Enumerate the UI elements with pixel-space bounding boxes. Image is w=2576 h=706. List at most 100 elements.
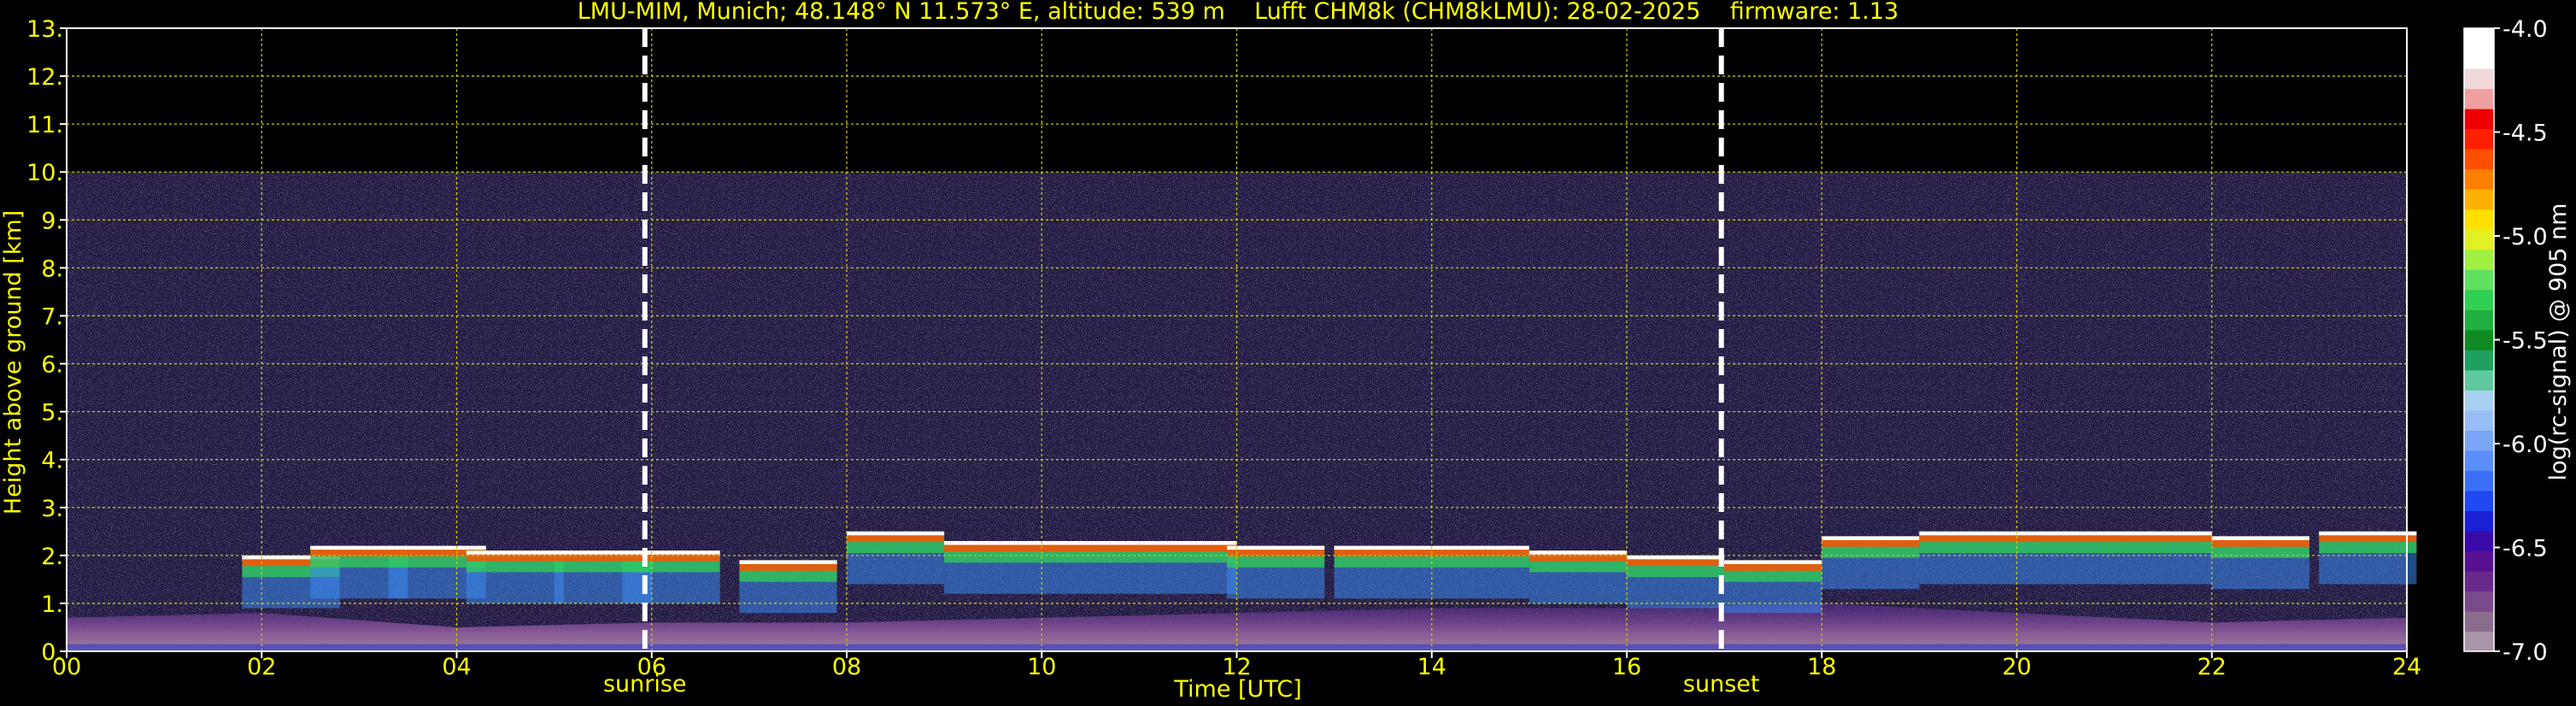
colorbar-swatch xyxy=(2464,28,2494,50)
cloud-segment xyxy=(1627,555,1725,609)
colorbar-swatch xyxy=(2464,48,2494,69)
y-tick-label: 5. xyxy=(41,400,63,427)
cloud-segment xyxy=(1529,550,1627,603)
y-tick-label: 1. xyxy=(41,591,63,618)
colorbar-tick-label: -4.0 xyxy=(2503,16,2548,43)
cloud-segment xyxy=(2211,536,2309,590)
cloud-segment xyxy=(2319,531,2417,585)
y-tick-label: 3. xyxy=(41,496,63,522)
cloud-segment xyxy=(944,541,1042,594)
cloud-segment xyxy=(847,531,945,585)
colorbar-swatch xyxy=(2464,350,2494,371)
y-tick-label: 11. xyxy=(26,112,63,138)
ceilometer-chart: sunrise sunset00 02 04 06 08 10 12 14 16 18 20 22 240… xyxy=(0,0,2576,706)
y-tick-label: 8. xyxy=(41,256,63,282)
x-tick-label: 08 xyxy=(832,654,861,680)
cloud-base-point xyxy=(466,550,565,555)
cloud-base-point xyxy=(1724,560,1822,564)
cloud-segment xyxy=(1724,560,1822,614)
cloud-base-point xyxy=(622,550,720,555)
colorbar-swatch xyxy=(2464,329,2494,350)
colorbar-swatch xyxy=(2464,309,2494,331)
x-tick-label: 18 xyxy=(1807,654,1836,680)
cloud-base-point xyxy=(739,560,837,564)
colorbar-swatch xyxy=(2464,229,2494,250)
y-tick-label: 10. xyxy=(26,160,63,186)
colorbar-swatch xyxy=(2464,88,2494,109)
y-tick-label: 9. xyxy=(41,208,63,234)
cloud-base-point xyxy=(1919,531,2017,536)
y-tick-label: 0. xyxy=(41,639,63,666)
y-axis-label: Height above ground [km] xyxy=(0,210,26,515)
cloud-segment xyxy=(2114,531,2212,585)
colorbar-swatch xyxy=(2464,409,2494,431)
cloud-segment xyxy=(1822,536,1920,590)
cloud-base-point xyxy=(1334,545,1432,550)
x-axis-label: Time [UTC] xyxy=(1173,676,1301,703)
colorbar-swatch xyxy=(2464,530,2494,552)
colorbar-swatch xyxy=(2464,189,2494,210)
colorbar-swatch xyxy=(2464,149,2494,170)
colorbar-swatch xyxy=(2464,289,2494,310)
y-tick-label: 13. xyxy=(26,16,63,43)
x-tick-label: 04 xyxy=(442,654,471,680)
cloud-base-point xyxy=(1627,555,1725,560)
y-tick-label: 12. xyxy=(26,64,63,91)
colorbar-swatch xyxy=(2464,450,2494,471)
x-tick-label: 14 xyxy=(1417,654,1446,680)
sunset-label: sunset xyxy=(1683,671,1760,697)
cloud-base-point xyxy=(1227,545,1325,550)
colorbar-swatch xyxy=(2464,269,2494,291)
colorbar-swatch xyxy=(2464,390,2494,411)
colorbar-tick-label: -7.0 xyxy=(2503,639,2548,666)
cloud-segment xyxy=(739,560,837,614)
y-tick-label: 7. xyxy=(41,303,63,330)
cloud-base-point xyxy=(388,545,486,550)
cloud-segment xyxy=(1227,545,1325,599)
cloud-base-point xyxy=(2114,531,2212,536)
colorbar-swatch xyxy=(2464,470,2494,491)
x-tick-label: 20 xyxy=(2002,654,2031,680)
colorbar-swatch xyxy=(2464,550,2494,572)
cloud-base-point xyxy=(1139,541,1237,545)
cloud-base-point xyxy=(1529,550,1627,555)
colorbar-tick-label: -4.5 xyxy=(2503,121,2548,147)
cloud-base-point xyxy=(944,541,1042,545)
colorbar-tick-label: -6.0 xyxy=(2503,432,2548,458)
colorbar-tick-label: -5.5 xyxy=(2503,328,2548,355)
cloud-base-point xyxy=(847,531,945,536)
cloud-segment xyxy=(1919,531,2017,585)
colorbar-swatch xyxy=(2464,249,2494,270)
y-tick-label: 6. xyxy=(41,352,63,379)
colorbar-swatch xyxy=(2464,369,2494,391)
cloud-segment xyxy=(1139,541,1237,594)
colorbar-swatch xyxy=(2464,209,2494,230)
cloud-segment xyxy=(1334,545,1432,599)
cloud-base-point xyxy=(2211,536,2309,540)
colorbar-swatch xyxy=(2464,68,2494,90)
x-tick-label: 22 xyxy=(2198,654,2227,680)
colorbar-tick-label: -6.5 xyxy=(2503,536,2548,562)
x-tick-label: 24 xyxy=(2392,654,2421,680)
colorbar-swatch xyxy=(2464,168,2494,190)
cloud-base-point xyxy=(2319,531,2417,536)
colorbar-swatch xyxy=(2464,610,2494,632)
colorbar-swatch xyxy=(2464,490,2494,511)
cloud-base-point xyxy=(1042,541,1140,545)
colorbar-label: log(rc-signal) @ 905 nm xyxy=(2545,203,2572,481)
chart-title: LMU-MIM, Munich; 48.148° N 11.573° E, al… xyxy=(578,0,1898,25)
y-tick-label: 4. xyxy=(41,448,63,474)
cloud-segment xyxy=(1042,541,1140,594)
colorbar-swatch xyxy=(2464,430,2494,451)
cloud-base-point xyxy=(1431,545,1529,550)
x-tick-label: 10 xyxy=(1027,654,1056,680)
colorbar-swatch xyxy=(2464,570,2494,592)
colorbar-swatch xyxy=(2464,128,2494,150)
colorbar-tick-label: -5.0 xyxy=(2503,224,2548,250)
y-tick-label: 2. xyxy=(41,544,63,570)
colorbar-swatch xyxy=(2464,109,2494,130)
x-tick-label: 02 xyxy=(247,654,276,680)
cloud-base-point xyxy=(2016,531,2115,536)
cloud-segment xyxy=(622,550,720,603)
x-tick-label: 06 xyxy=(637,654,666,680)
